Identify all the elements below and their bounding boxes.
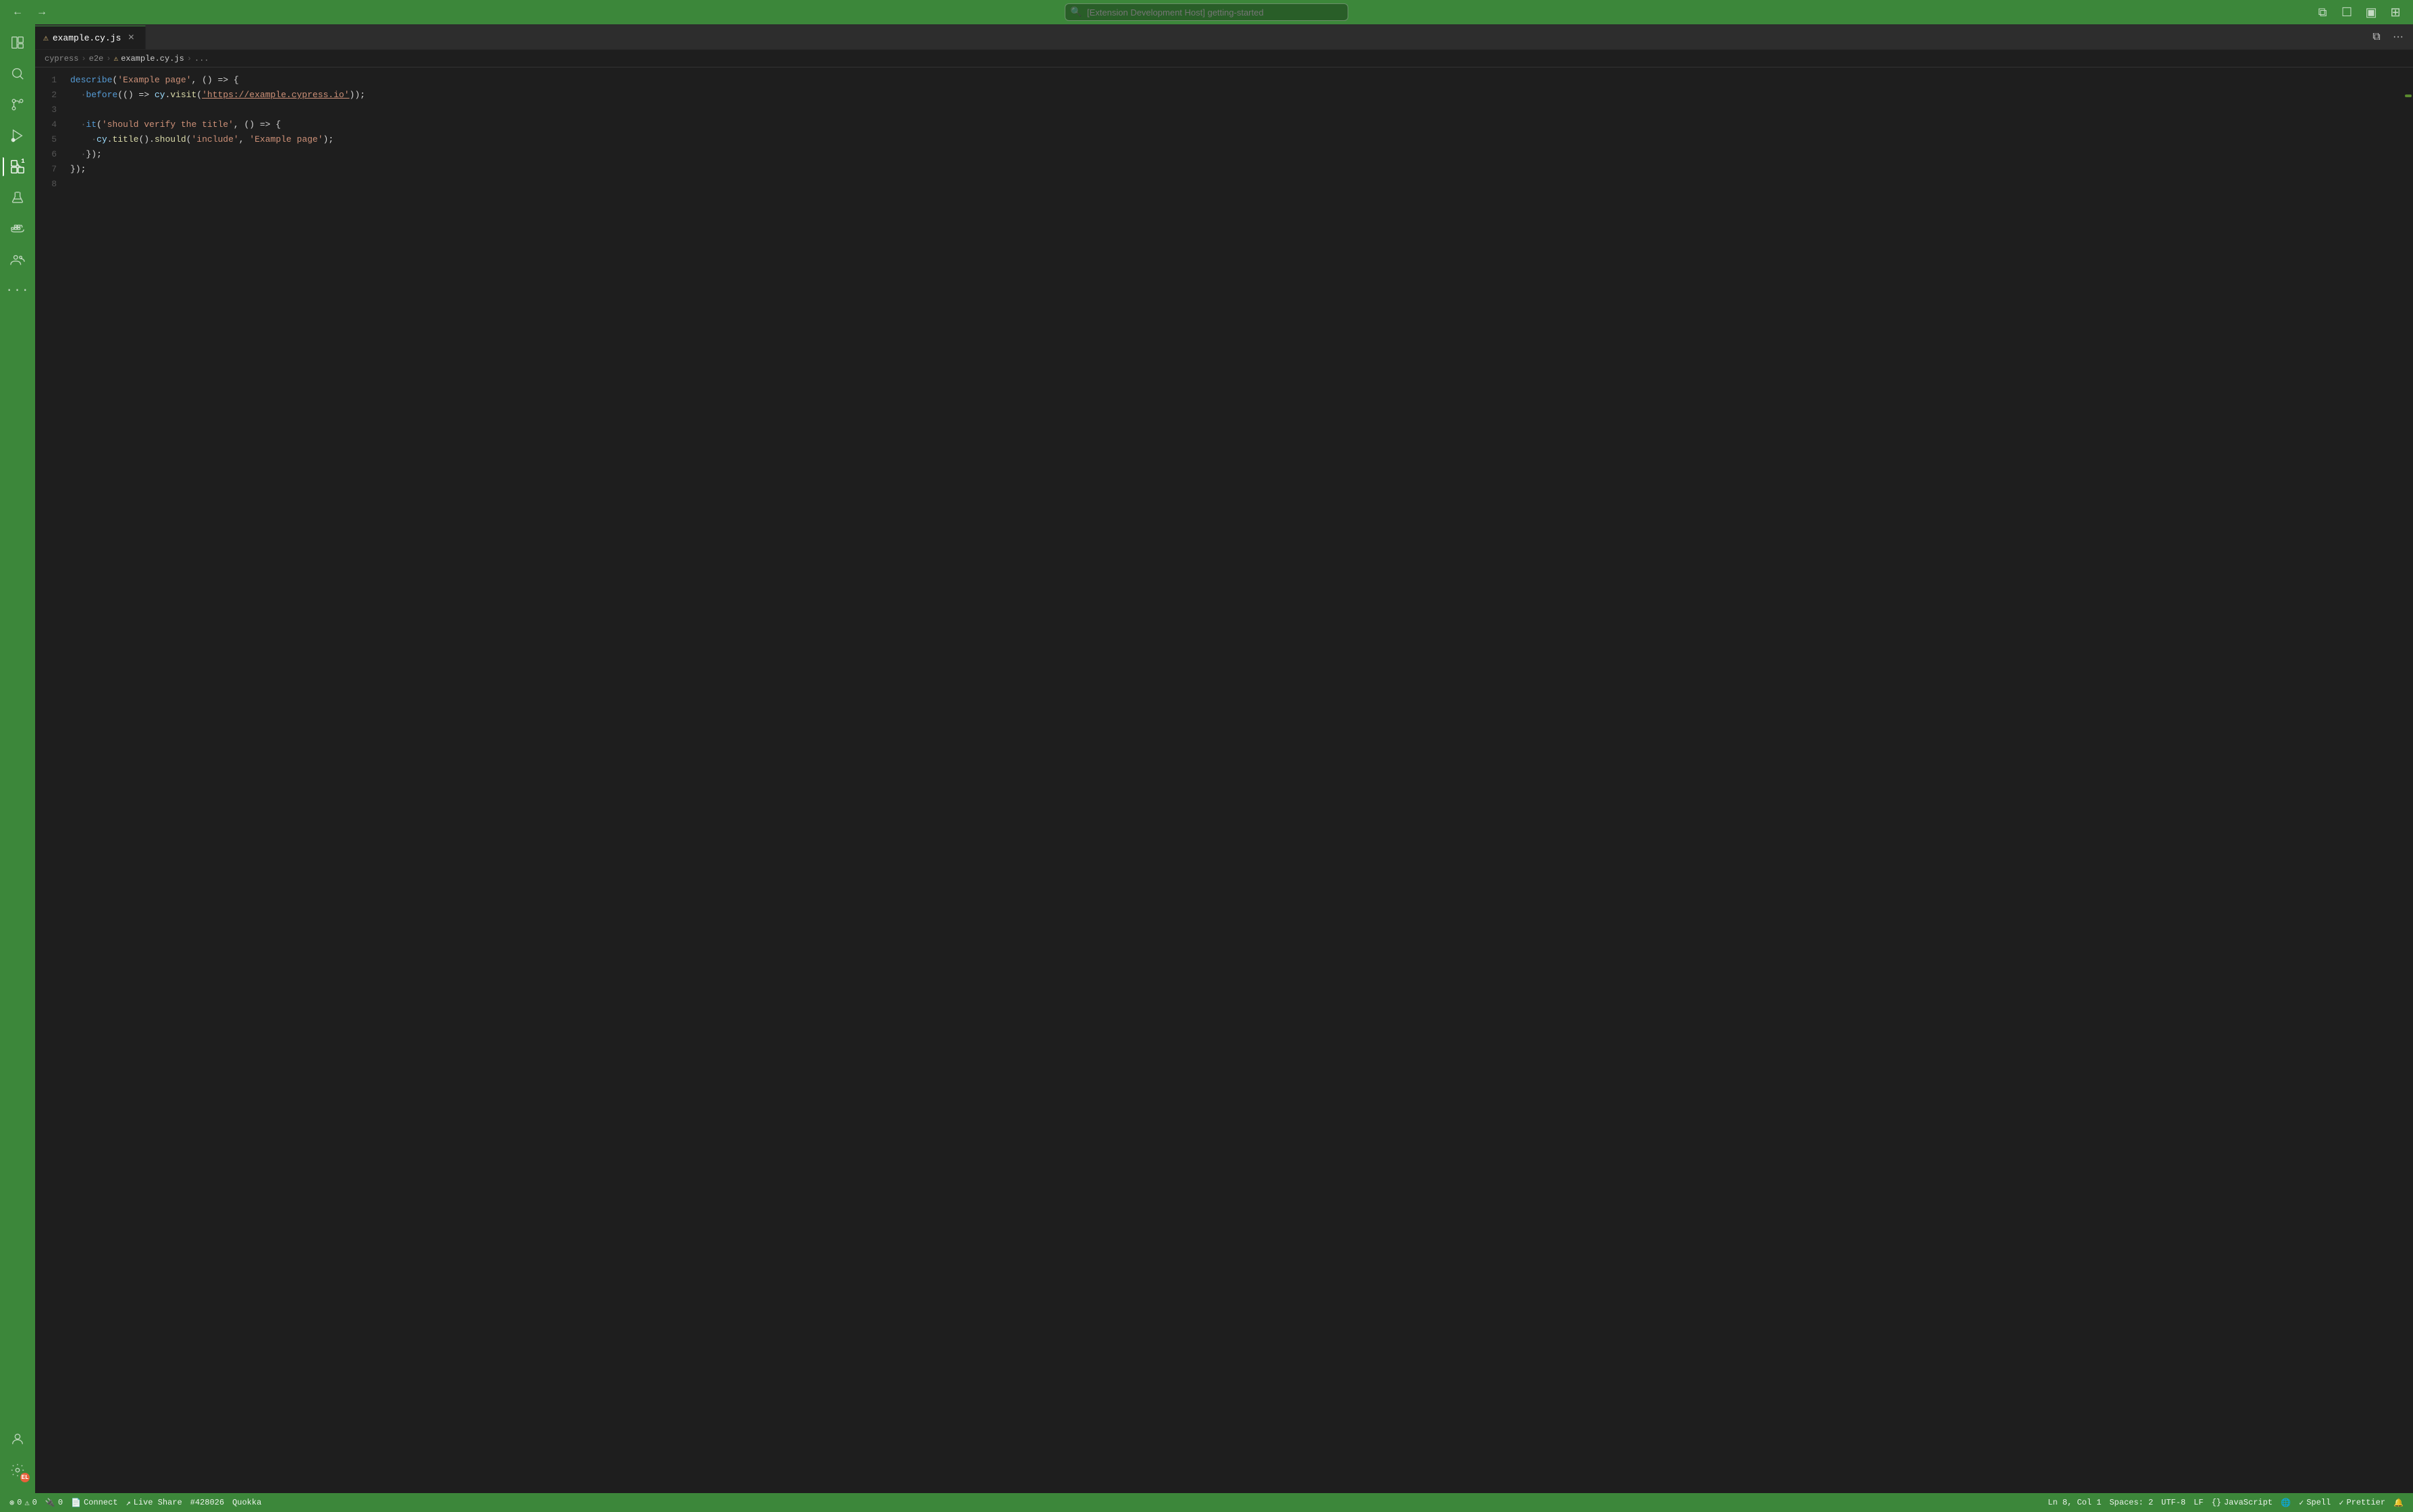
spell-label: Spell bbox=[2306, 1498, 2331, 1507]
minimap bbox=[2404, 68, 2413, 1493]
editor-content[interactable]: 1 2 3 4 5 6 7 8 describe('Example page',… bbox=[35, 68, 2413, 1493]
tab-label: example.cy.js bbox=[53, 33, 121, 43]
status-encoding[interactable]: UTF-8 bbox=[2157, 1493, 2190, 1512]
forward-button[interactable]: → bbox=[32, 3, 51, 22]
breadcrumb: cypress › e2e › ⚠ example.cy.js › ... bbox=[35, 50, 2413, 68]
sidebar-item-run-debug[interactable] bbox=[3, 121, 32, 151]
nav-buttons: ← → bbox=[8, 3, 51, 22]
toggle-sidebar-button[interactable]: ▣ bbox=[2362, 3, 2381, 22]
liveshare-icon: ↗ bbox=[126, 1498, 130, 1508]
breadcrumb-warn-icon: ⚠ bbox=[113, 54, 118, 63]
sidebar-item-extensions[interactable]: 1 bbox=[3, 152, 32, 182]
activity-bar-bottom: EL bbox=[3, 1424, 32, 1493]
status-prettier[interactable]: ✓ Prettier bbox=[2335, 1493, 2389, 1512]
cursor-position: Ln 8, Col 1 bbox=[2048, 1498, 2101, 1507]
scroll-marker bbox=[2405, 94, 2412, 97]
eol-label: LF bbox=[2194, 1498, 2203, 1507]
code-editor[interactable]: describe('Example page', () => { ·before… bbox=[63, 68, 2413, 1493]
back-button[interactable]: ← bbox=[8, 3, 27, 22]
tab-warning-icon: ⚠ bbox=[43, 33, 49, 43]
liveshare-label: Live Share bbox=[134, 1498, 182, 1507]
tab-example-cy-js[interactable]: ⚠ example.cy.js × bbox=[35, 26, 146, 49]
split-editor-button[interactable]: ⧉ bbox=[2313, 3, 2332, 22]
remote-icon: 🔌 bbox=[45, 1498, 55, 1508]
settings-user-badge: EL bbox=[20, 1473, 30, 1482]
error-count: 0 bbox=[17, 1498, 22, 1507]
search-input[interactable] bbox=[1065, 3, 1348, 21]
toggle-panel-button[interactable]: ☐ bbox=[2337, 3, 2356, 22]
editor-area: ⚠ example.cy.js × ⧉ ··· cypress › e2e › … bbox=[35, 24, 2413, 1493]
breadcrumb-current-file[interactable]: example.cy.js bbox=[121, 54, 184, 63]
sidebar-item-remote[interactable] bbox=[3, 245, 32, 275]
spell-check-icon: ✓ bbox=[2299, 1498, 2304, 1508]
encoding-label: UTF-8 bbox=[2161, 1498, 2185, 1507]
prettier-label: Prettier bbox=[2346, 1498, 2385, 1507]
breadcrumb-ellipsis[interactable]: ... bbox=[194, 54, 209, 63]
hash-label: #428026 bbox=[190, 1498, 224, 1507]
warning-count: 0 bbox=[32, 1498, 37, 1507]
breadcrumb-sep-3: › bbox=[187, 54, 192, 63]
remote-count: 0 bbox=[58, 1498, 63, 1507]
sidebar-item-docker[interactable] bbox=[3, 214, 32, 244]
globe-icon: 🌐 bbox=[2281, 1498, 2291, 1508]
bell-icon: 🔔 bbox=[2393, 1498, 2404, 1508]
sidebar-item-more[interactable]: ··· bbox=[3, 276, 32, 306]
tab-bar-right: ⧉ ··· bbox=[2362, 24, 2413, 49]
sidebar-item-account[interactable] bbox=[3, 1424, 32, 1454]
sidebar-item-source-control[interactable] bbox=[3, 90, 32, 119]
breadcrumb-sep-2: › bbox=[106, 54, 111, 63]
status-notifications[interactable]: 🔔 bbox=[2389, 1493, 2408, 1512]
language-label: JavaScript bbox=[2224, 1498, 2273, 1507]
connect-label: Connect bbox=[84, 1498, 117, 1507]
main-container: 1 bbox=[0, 24, 2413, 1493]
title-bar-right: ⧉ ☐ ▣ ⊞ bbox=[2313, 3, 2405, 22]
spaces-label: Spaces: 2 bbox=[2109, 1498, 2153, 1507]
sidebar-item-explorer[interactable] bbox=[3, 28, 32, 57]
language-icon: {} bbox=[2212, 1498, 2221, 1507]
status-cursor[interactable]: Ln 8, Col 1 bbox=[2044, 1493, 2105, 1512]
breadcrumb-sep-1: › bbox=[81, 54, 86, 63]
status-bar: ⊗ 0 ⚠ 0 🔌 0 📄 Connect ↗ Live Share #4280… bbox=[0, 1493, 2413, 1512]
status-language[interactable]: {} JavaScript bbox=[2208, 1493, 2277, 1512]
breadcrumb-cypress[interactable]: cypress bbox=[45, 54, 78, 63]
activity-bar: 1 bbox=[0, 24, 35, 1493]
sidebar-item-flask[interactable] bbox=[3, 183, 32, 213]
warning-icon: ⚠ bbox=[24, 1498, 29, 1508]
status-globe[interactable]: 🌐 bbox=[2277, 1493, 2295, 1512]
line-numbers: 1 2 3 4 5 6 7 8 bbox=[35, 68, 63, 1493]
more-actions-button[interactable]: ··· bbox=[2389, 28, 2408, 47]
title-bar: ← → 🔍 ⧉ ☐ ▣ ⊞ bbox=[0, 0, 2413, 24]
tab-bar: ⚠ example.cy.js × ⧉ ··· bbox=[35, 24, 2413, 50]
status-connect[interactable]: 📄 Connect bbox=[67, 1493, 122, 1512]
search-bar-wrapper: 🔍 bbox=[1065, 3, 1348, 21]
prettier-icon: ✓ bbox=[2339, 1498, 2343, 1508]
tab-close-button[interactable]: × bbox=[125, 32, 137, 44]
status-quokka[interactable]: Quokka bbox=[228, 1493, 265, 1512]
customize-layout-button[interactable]: ⊞ bbox=[2386, 3, 2405, 22]
status-remote-count[interactable]: 🔌 0 bbox=[41, 1493, 67, 1512]
status-spaces[interactable]: Spaces: 2 bbox=[2105, 1493, 2157, 1512]
status-errors[interactable]: ⊗ 0 ⚠ 0 bbox=[5, 1493, 41, 1512]
error-icon: ⊗ bbox=[9, 1498, 14, 1508]
extensions-badge: 1 bbox=[18, 156, 28, 167]
status-liveshare[interactable]: ↗ Live Share bbox=[122, 1493, 186, 1512]
connect-icon: 📄 bbox=[71, 1498, 81, 1508]
sidebar-item-search[interactable] bbox=[3, 59, 32, 88]
status-spell[interactable]: ✓ Spell bbox=[2295, 1493, 2335, 1512]
quokka-label: Quokka bbox=[232, 1498, 261, 1507]
breadcrumb-e2e[interactable]: e2e bbox=[89, 54, 104, 63]
status-eol[interactable]: LF bbox=[2190, 1493, 2207, 1512]
sidebar-item-settings[interactable]: EL bbox=[3, 1455, 32, 1485]
status-hash[interactable]: #428026 bbox=[186, 1493, 228, 1512]
split-editor-right-button[interactable]: ⧉ bbox=[2367, 28, 2386, 47]
